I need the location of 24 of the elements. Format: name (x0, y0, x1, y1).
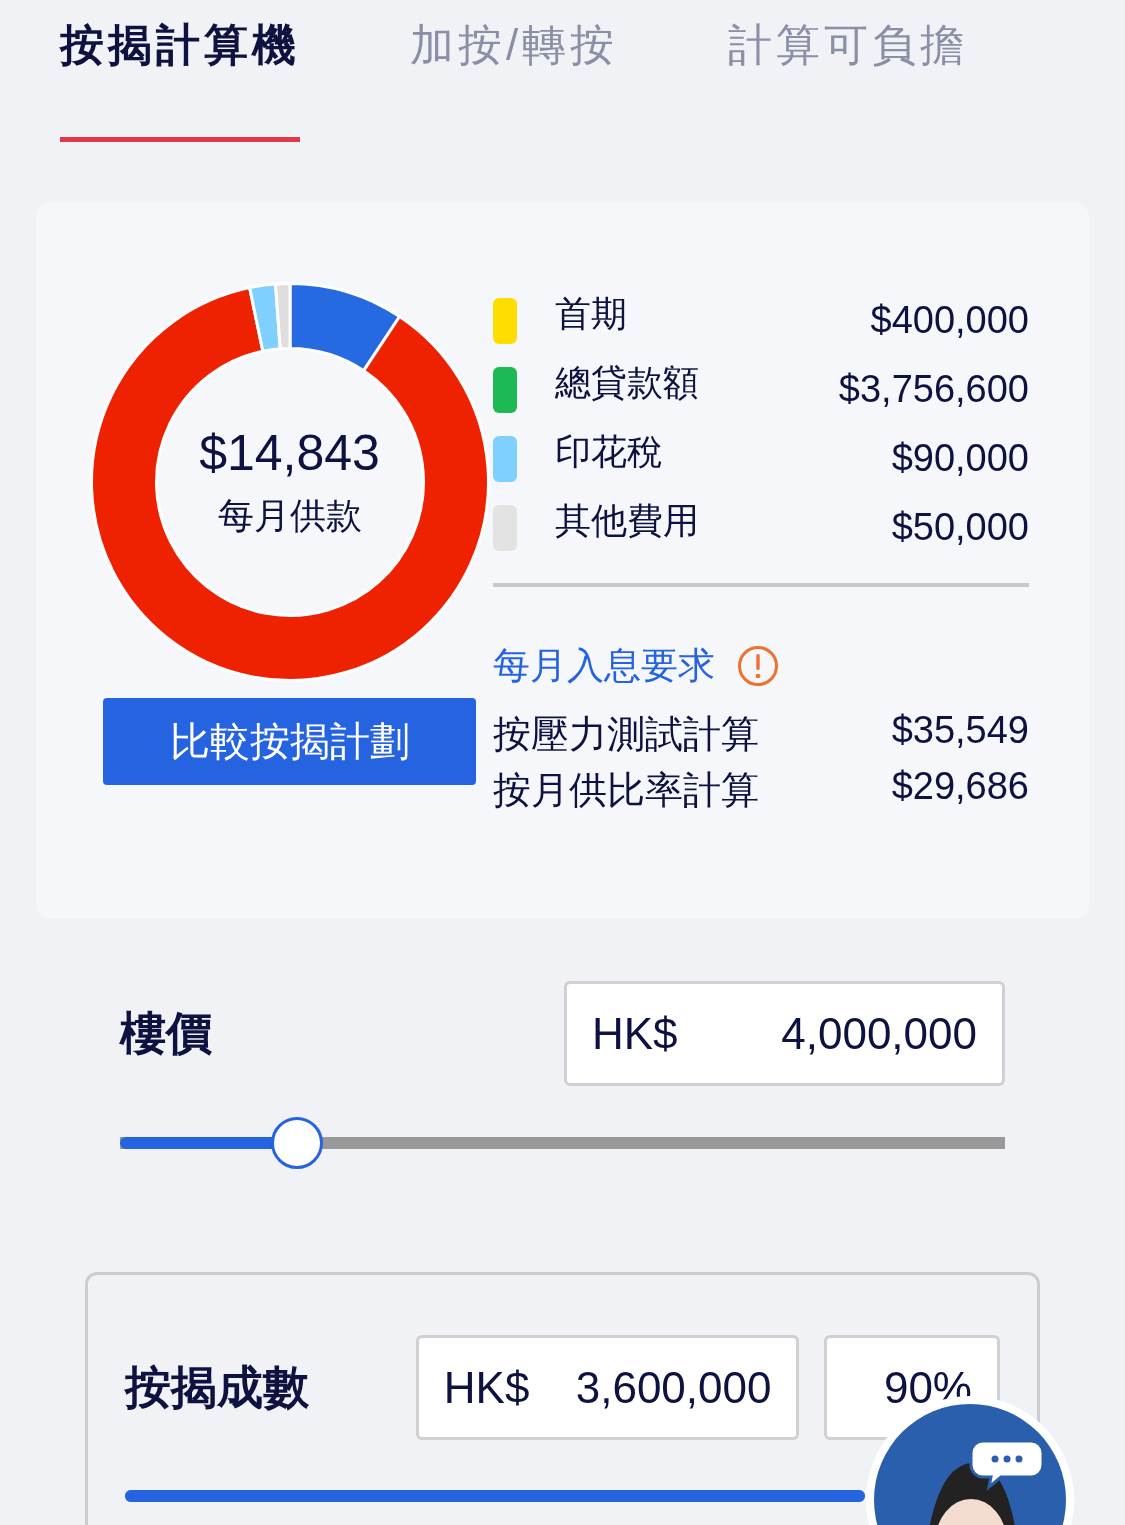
ltv-label: 按揭成數 (125, 1359, 310, 1415)
income-label: 按月供比率計算 (493, 768, 759, 807)
loan-amount-field[interactable]: HK$ 3,600,000 (415, 1335, 800, 1440)
alert-icon[interactable] (737, 645, 779, 687)
tab[interactable]: 按揭計算機 (60, 16, 300, 142)
income-label: 按壓力測試計算 (493, 712, 759, 751)
legend-label: 總貸款額 (555, 361, 700, 405)
price-label: 樓價 (120, 1005, 212, 1061)
ltv-slider[interactable] (125, 1490, 865, 1502)
income-value: $35,549 (891, 709, 1029, 751)
monthly-payment-label: 每月供款 (217, 493, 362, 538)
legend-label: 首期 (555, 292, 628, 336)
price-field[interactable]: HK$ 4,000,000 (564, 981, 1005, 1086)
income-title: 每月入息要求 (493, 644, 715, 688)
legend-label: 印花稅 (555, 430, 664, 474)
legend-value: $3,756,600 (838, 368, 1029, 411)
compare-button[interactable]: 比較按揭計劃 (103, 698, 476, 785)
income-value: $29,686 (891, 765, 1029, 807)
legend-value: $50,000 (891, 506, 1029, 549)
monthly-payment: $14,843 (199, 423, 380, 482)
slider-thumb[interactable] (271, 1117, 323, 1169)
legend-label: 其他費用 (555, 499, 700, 543)
legend-value: $90,000 (891, 437, 1029, 480)
legend-value: $400,000 (870, 299, 1029, 342)
